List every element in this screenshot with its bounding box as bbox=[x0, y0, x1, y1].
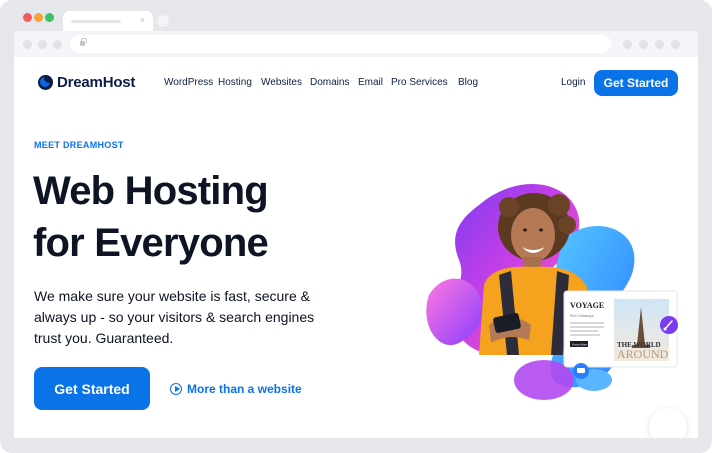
extension-button[interactable] bbox=[623, 40, 632, 49]
new-tab-button[interactable] bbox=[157, 15, 169, 27]
hero-eyebrow: MEET DREAMHOST bbox=[34, 140, 124, 150]
header-get-started-button[interactable]: Get Started bbox=[594, 70, 678, 96]
webpage: DreamHost WordPress Hosting Websites Dom… bbox=[14, 57, 698, 438]
forward-button[interactable] bbox=[38, 40, 47, 49]
maximize-window-button[interactable] bbox=[45, 13, 54, 22]
address-row bbox=[14, 31, 698, 57]
tab-strip: × bbox=[0, 0, 712, 32]
hero-title-line1: Web Hosting bbox=[33, 169, 269, 213]
website-card: VOYAGE Rich Getaways Know More THE WORLD… bbox=[563, 290, 678, 368]
browser-tab[interactable]: × bbox=[63, 11, 153, 31]
logo-moon-icon bbox=[38, 75, 53, 90]
card-title: VOYAGE bbox=[570, 301, 604, 310]
dreamhost-logo[interactable]: DreamHost bbox=[38, 74, 135, 91]
hero-subtitle: We make sure your website is fast, secur… bbox=[34, 288, 315, 346]
minimize-window-button[interactable] bbox=[34, 13, 43, 22]
nav-blog[interactable]: Blog bbox=[458, 77, 478, 88]
logo-text: DreamHost bbox=[57, 74, 136, 91]
card-button-label: Know More bbox=[572, 343, 588, 347]
url-bar[interactable] bbox=[70, 35, 611, 53]
extension-button[interactable] bbox=[639, 40, 648, 49]
brush-icon bbox=[660, 316, 678, 334]
nav-hosting[interactable]: Hosting bbox=[218, 77, 252, 88]
tab-title-placeholder bbox=[71, 20, 121, 23]
more-than-a-website-label: More than a website bbox=[187, 382, 302, 396]
card-subtitle: Rich Getaways bbox=[570, 314, 594, 318]
browser-frame: × DreamHost WordPress Hosting Websites D… bbox=[0, 0, 712, 453]
card-image-text-2: AROUND bbox=[617, 347, 669, 361]
svg-text:▪ ▪ ▪: ▪ ▪ ▪ bbox=[647, 301, 651, 304]
chat-icon bbox=[573, 363, 589, 379]
hero-illustration-svg: VOYAGE Rich Getaways Know More THE WORLD… bbox=[426, 183, 678, 400]
reload-button[interactable] bbox=[53, 40, 62, 49]
nav-domains[interactable]: Domains bbox=[310, 77, 349, 88]
more-than-a-website-link[interactable]: More than a website bbox=[170, 382, 302, 396]
play-circle-icon bbox=[170, 383, 182, 395]
close-window-button[interactable] bbox=[23, 13, 32, 22]
nav-websites[interactable]: Websites bbox=[261, 77, 302, 88]
nav-email[interactable]: Email bbox=[358, 77, 383, 88]
nav-wordpress[interactable]: WordPress bbox=[164, 77, 213, 88]
support-chat-button[interactable] bbox=[649, 408, 687, 438]
face bbox=[511, 208, 555, 262]
lock-icon bbox=[80, 38, 87, 46]
hero-illustration: VOYAGE Rich Getaways Know More THE WORLD… bbox=[419, 175, 689, 411]
extension-button[interactable] bbox=[655, 40, 664, 49]
hero-title: Web Hosting for Everyone bbox=[33, 165, 269, 269]
hero-get-started-button[interactable]: Get Started bbox=[34, 367, 150, 410]
nav-pro-services[interactable]: Pro Services bbox=[391, 77, 448, 88]
tab-close-icon[interactable]: × bbox=[140, 15, 145, 25]
menu-button[interactable] bbox=[671, 40, 680, 49]
hero-title-line2: for Everyone bbox=[33, 221, 269, 265]
back-button[interactable] bbox=[23, 40, 32, 49]
login-link[interactable]: Login bbox=[561, 77, 585, 88]
